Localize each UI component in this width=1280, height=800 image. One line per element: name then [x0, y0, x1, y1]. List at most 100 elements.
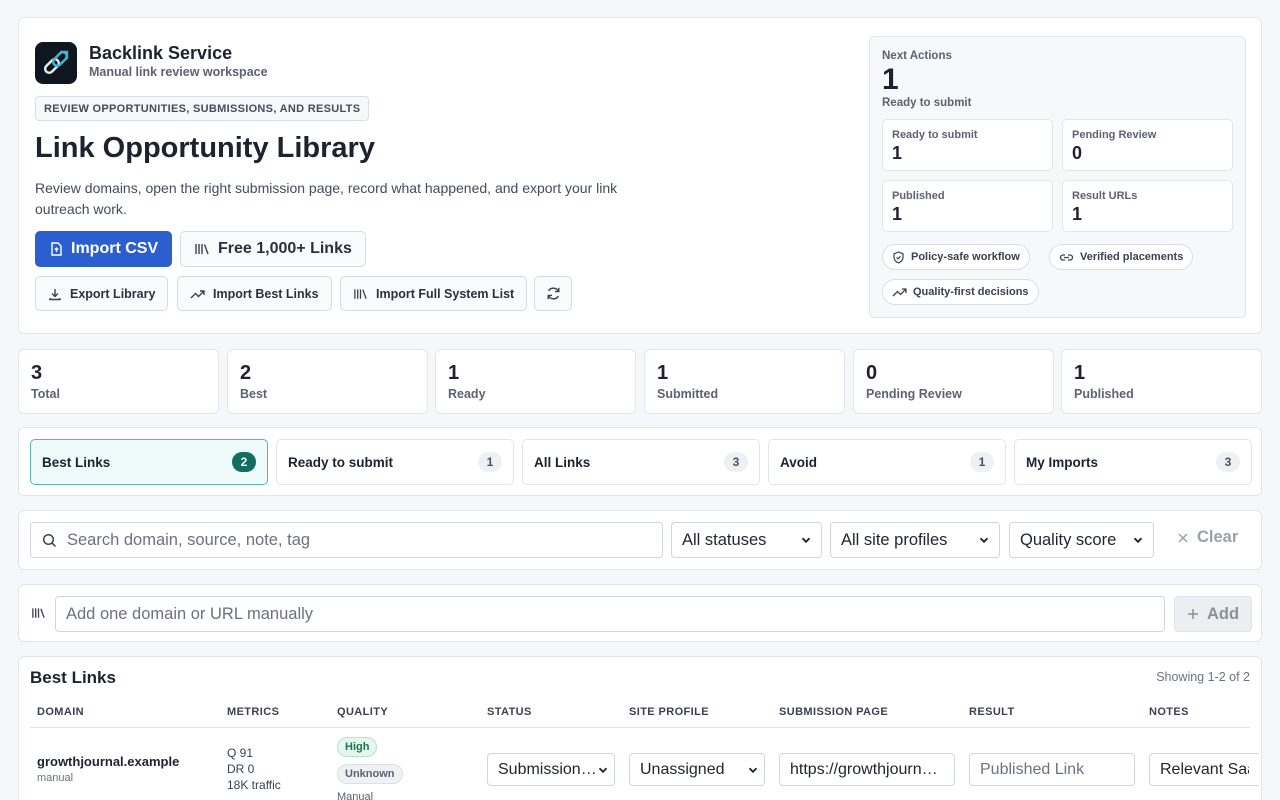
- tab-count: 1: [970, 452, 994, 472]
- col-header-notes: NOTES: [1149, 706, 1189, 718]
- page-description: Review domains, open the right submissio…: [35, 180, 618, 217]
- result-placeholder: Published Link: [980, 760, 1085, 778]
- pill-label: Policy-safe workflow: [911, 251, 1020, 263]
- shield-icon: [892, 250, 905, 264]
- link-icon: [1059, 251, 1074, 264]
- stat-label: Best: [240, 387, 268, 401]
- stat-ready: 1 Ready: [435, 349, 636, 414]
- trending-up-icon: [892, 286, 907, 299]
- status-select[interactable]: Submission page: [487, 753, 615, 786]
- stat-value: 1: [1072, 204, 1083, 224]
- stat-label: Result URLs: [1072, 190, 1138, 202]
- clear-filters-button[interactable]: Clear: [1177, 528, 1238, 547]
- stat-submitted: 1 Submitted: [644, 349, 845, 414]
- next-actions-value: 1: [882, 63, 899, 96]
- export-library-button[interactable]: Export Library: [35, 276, 169, 311]
- col-header-quality: QUALITY: [337, 706, 389, 718]
- metric-dr: DR 0: [227, 762, 255, 776]
- library-icon: [194, 242, 210, 256]
- add-domain-placeholder: Add one domain or URL manually: [66, 604, 314, 623]
- col-header-site-profile: SITE PROFILE: [629, 706, 709, 718]
- col-header-result: RESULT: [969, 706, 1015, 718]
- stat-value: 0: [1072, 143, 1083, 163]
- link-logo-icon: [43, 50, 69, 75]
- next-stat-published: Published 1: [882, 180, 1053, 232]
- domain-cell: growthjournal.example manual: [37, 754, 179, 784]
- chevron-down-icon: [748, 765, 758, 775]
- stat-value: 1: [892, 204, 903, 224]
- add-domain-input[interactable]: Add one domain or URL manually: [55, 596, 1165, 632]
- metric-quality: Q 91: [227, 746, 254, 760]
- domain-name[interactable]: growthjournal.example: [37, 754, 179, 769]
- stat-value: 3: [31, 362, 43, 384]
- tab-label: My Imports: [1026, 454, 1099, 470]
- close-icon: [1177, 532, 1189, 544]
- tab-count: 2: [232, 452, 256, 472]
- stat-label: Ready to submit: [892, 129, 978, 141]
- notes-input[interactable]: Relevant SaaS: [1149, 753, 1259, 786]
- stat-label: Submitted: [657, 387, 719, 401]
- status-select-value: All statuses: [682, 530, 767, 549]
- metrics-cell: Q 91 DR 0 18K traffic: [227, 745, 281, 793]
- hero-card: Backlink Service Manual link review work…: [18, 17, 1262, 334]
- library-icon: [31, 606, 46, 620]
- stat-value: 2: [240, 362, 252, 384]
- col-header-metrics: METRICS: [227, 706, 280, 718]
- quality-source: Manual: [337, 791, 374, 800]
- filter-bar: Search domain, source, note, tag All sta…: [18, 510, 1262, 570]
- download-icon: [48, 287, 62, 301]
- submission-page-value: https://growthjournal.example: [790, 760, 944, 778]
- stat-total: 3 Total: [18, 349, 219, 414]
- search-icon: [42, 533, 57, 548]
- stat-value: 1: [892, 143, 903, 163]
- chevron-down-icon: [598, 765, 608, 775]
- tab-avoid[interactable]: Avoid 1: [768, 439, 1006, 485]
- col-header-status: STATUS: [487, 706, 532, 718]
- tab-count: 3: [724, 452, 748, 472]
- chevron-down-icon: [979, 535, 989, 545]
- next-actions-subtitle: Ready to submit: [882, 97, 972, 109]
- table-count: Showing 1-2 of 2: [1156, 670, 1250, 684]
- tab-label: All Links: [534, 454, 591, 470]
- free-links-button[interactable]: Free 1,000+ Links: [180, 231, 366, 267]
- tab-count: 1: [478, 452, 502, 472]
- library-icon: [353, 287, 368, 301]
- notes-value: Relevant SaaS: [1160, 760, 1249, 778]
- file-upload-icon: [49, 242, 63, 256]
- tab-count: 3: [1216, 452, 1240, 472]
- site-profile-select[interactable]: Unassigned: [629, 753, 765, 786]
- result-input[interactable]: Published Link: [969, 753, 1135, 786]
- next-actions-panel: Next Actions 1 Ready to submit Ready to …: [869, 36, 1246, 318]
- pill-verified: Verified placements: [1049, 244, 1194, 270]
- tab-best-links[interactable]: Best Links 2: [30, 439, 268, 485]
- stat-label: Pending Review: [1072, 129, 1157, 141]
- add-domain-button[interactable]: Add: [1174, 596, 1252, 632]
- pill-policy-safe: Policy-safe workflow: [882, 244, 1030, 270]
- chevron-down-icon: [1133, 535, 1143, 545]
- tab-ready-to-submit[interactable]: Ready to submit 1: [276, 439, 514, 485]
- refresh-icon: [546, 286, 561, 301]
- submission-page-input[interactable]: https://growthjournal.example: [779, 753, 955, 786]
- tab-label: Best Links: [42, 454, 111, 470]
- refresh-button[interactable]: [534, 276, 572, 311]
- domain-source: manual: [37, 772, 74, 784]
- import-full-list-button[interactable]: Import Full System List: [340, 276, 528, 311]
- brand-subtitle: Manual link review workspace: [89, 65, 268, 79]
- tab-all-links[interactable]: All Links 3: [522, 439, 760, 485]
- hero-eyebrow: REVIEW OPPORTUNITIES, SUBMISSIONS, AND R…: [35, 96, 370, 121]
- sort-select[interactable]: Quality score: [1009, 522, 1154, 558]
- profile-select[interactable]: All site profiles: [830, 522, 1000, 558]
- pill-quality-first: Quality-first decisions: [882, 279, 1039, 305]
- tab-my-imports[interactable]: My Imports 3: [1014, 439, 1252, 485]
- next-stat-result-urls: Result URLs 1: [1062, 180, 1233, 232]
- pill-label: Verified placements: [1080, 251, 1184, 263]
- status-select[interactable]: All statuses: [671, 522, 822, 558]
- search-input[interactable]: Search domain, source, note, tag: [30, 522, 663, 558]
- col-header-domain: DOMAIN: [37, 706, 85, 718]
- import-csv-button[interactable]: Import CSV: [35, 231, 173, 267]
- import-best-links-button[interactable]: Import Best Links: [177, 276, 332, 311]
- tab-label: Ready to submit: [288, 454, 394, 470]
- stat-published: 1 Published: [1061, 349, 1262, 414]
- search-placeholder: Search domain, source, note, tag: [67, 530, 311, 549]
- stat-label: Pending Review: [866, 387, 962, 401]
